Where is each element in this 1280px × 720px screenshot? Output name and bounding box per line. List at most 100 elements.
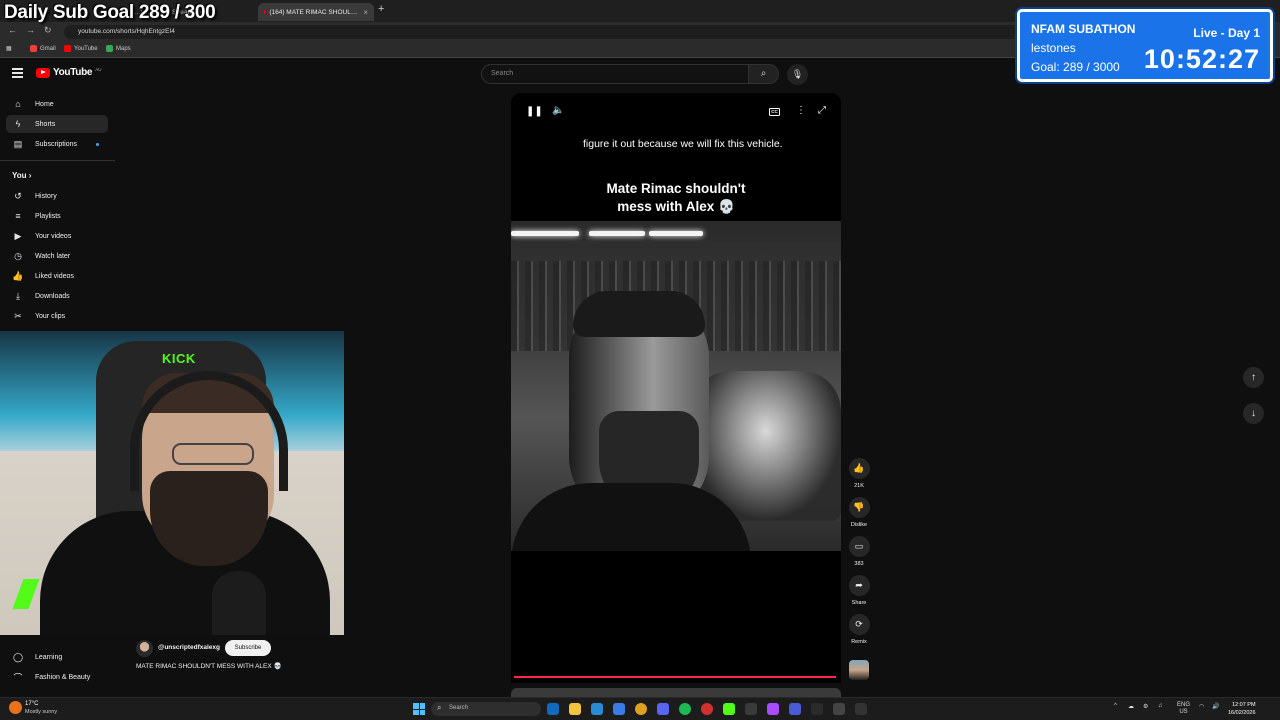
history-icon: ↺ — [14, 190, 22, 201]
bookmark-youtube[interactable]: YouTube — [64, 45, 98, 52]
tray-chevron-icon[interactable]: ^ — [1114, 703, 1117, 709]
obs-icon[interactable] — [767, 703, 779, 715]
sidebar-item-your-videos[interactable]: ▶ Your videos — [6, 227, 108, 245]
shorts-icon: ϟ — [15, 119, 21, 129]
reload-icon[interactable]: ↻ — [44, 25, 52, 36]
search-button[interactable]: ⌕ — [749, 64, 779, 84]
share-label: Share — [851, 600, 867, 606]
wifi-icon[interactable]: ◠ — [1199, 703, 1204, 710]
chevron-right-icon: › — [28, 171, 32, 180]
language-region: US — [1179, 709, 1188, 715]
apps-grid-icon[interactable]: ▦ — [6, 45, 12, 52]
hamburger-menu-icon[interactable] — [12, 68, 23, 78]
sidebar-item-label: Downloads — [35, 292, 70, 300]
app-icon[interactable] — [701, 703, 713, 715]
microphone — [212, 571, 266, 635]
sidebar-item-downloads[interactable]: ⤓ Downloads — [6, 287, 108, 305]
file-explorer-icon[interactable] — [569, 703, 581, 715]
captions-button[interactable]: CC — [769, 108, 780, 116]
sidebar-item-liked-videos[interactable]: 👍 Liked videos — [6, 267, 108, 285]
arrow-down-icon: ↓ — [1251, 408, 1256, 419]
sound-thumbnail[interactable] — [849, 660, 869, 680]
person-hair — [573, 291, 705, 337]
tray-app-icon[interactable]: ☁ — [1128, 703, 1134, 710]
steam-icon[interactable] — [745, 703, 757, 715]
subathon-title: NFAM SUBATHON — [1031, 22, 1136, 36]
youtube-logo[interactable]: YouTube AU — [36, 67, 101, 78]
ceiling-light — [649, 231, 703, 236]
system-clock[interactable]: 12:07 PM 16/02/2026 — [1228, 701, 1256, 717]
you-label: You — [12, 171, 27, 180]
store-icon[interactable] — [591, 703, 603, 715]
sidebar-item-shorts[interactable]: ϟ Shorts — [6, 115, 108, 133]
next-short-button[interactable]: ↓ — [1243, 403, 1264, 424]
sidebar-item-fashion[interactable]: ⌒ Fashion & Beauty — [6, 668, 108, 686]
voice-search-button[interactable]: 🎙 — [787, 64, 808, 85]
watch-later-icon: ◷ — [14, 250, 22, 261]
chrome-icon[interactable] — [635, 703, 647, 715]
app-icon[interactable] — [855, 703, 867, 715]
windows-start-icon[interactable] — [413, 703, 425, 715]
sidebar-item-playlists[interactable]: ≡ Playlists — [6, 207, 108, 225]
ceiling-light — [511, 231, 579, 236]
sidebar-item-home[interactable]: ⌂ Home — [6, 95, 108, 113]
kick-icon[interactable] — [723, 703, 735, 715]
microphone-icon: 🎙 — [791, 69, 804, 79]
sidebar-item-your-clips[interactable]: ✂ Your clips — [6, 307, 108, 325]
like-button[interactable]: 👍 21K — [848, 458, 870, 489]
volume-icon[interactable]: 🔈 — [552, 105, 564, 116]
remix-button[interactable]: ⟳ Remix — [848, 614, 870, 645]
new-tab-icon[interactable]: + — [378, 3, 384, 15]
video-title-caption: Mate Rimac shouldn't mess with Alex 💀 — [511, 180, 841, 216]
recent-sub-name: lestones — [1031, 41, 1076, 55]
previous-short-button[interactable]: ↑ — [1243, 367, 1264, 388]
tray-app-icon[interactable]: ⚙ — [1143, 703, 1148, 710]
bookmark-gmail[interactable]: Gmail — [30, 45, 56, 52]
more-options-icon[interactable]: ⋮ — [796, 105, 806, 116]
browser-tab-active[interactable]: (164) MATE RIMAC SHOUL… × — [258, 3, 374, 21]
comments-button[interactable]: ▭ 383 — [848, 536, 870, 567]
sidebar-item-watch-later[interactable]: ◷ Watch later — [6, 247, 108, 265]
volume-icon[interactable]: 🔊 — [1212, 703, 1219, 710]
app-icon[interactable] — [833, 703, 845, 715]
shorts-player[interactable]: ❚❚ 🔈 CC ⋮ ⤢ figure it out because we wil… — [511, 93, 841, 683]
sidebar-item-learning[interactable]: ◯ Learning — [6, 648, 108, 666]
sidebar-item-history[interactable]: ↺ History — [6, 187, 108, 205]
sidebar-item-label: Your videos — [35, 232, 72, 240]
video-progress-bar[interactable] — [514, 676, 836, 678]
share-icon: ➦ — [855, 580, 863, 590]
language-indicator[interactable]: ENG US — [1177, 702, 1190, 716]
share-button[interactable]: ➦ Share — [848, 575, 870, 606]
subscriptions-icon: ▤ — [13, 138, 23, 149]
app-icon[interactable] — [811, 703, 823, 715]
sidebar-item-subscriptions[interactable]: ▤ Subscriptions — [6, 135, 108, 153]
pause-icon[interactable]: ❚❚ — [526, 106, 543, 117]
fullscreen-icon[interactable]: ⤢ — [818, 105, 826, 116]
bookmark-maps[interactable]: Maps — [106, 45, 131, 52]
search-input[interactable]: Search — [481, 64, 749, 84]
channel-name[interactable]: @unscriptedfxalexg — [158, 644, 220, 651]
close-tab-icon[interactable]: × — [363, 8, 368, 17]
you-section-heading[interactable]: You › — [12, 171, 31, 180]
edge-icon[interactable] — [547, 703, 559, 715]
subathon-widget: NFAM SUBATHON Live - Day 1 lestones Goal… — [1017, 9, 1273, 82]
subscribe-button[interactable]: Subscribe — [225, 640, 271, 656]
forward-icon[interactable]: → — [26, 25, 35, 35]
live-day-label: Live - Day 1 — [1193, 26, 1260, 40]
back-icon[interactable]: ← — [8, 25, 17, 35]
channel-avatar[interactable] — [136, 640, 153, 657]
discord-icon[interactable] — [657, 703, 669, 715]
scissors-icon: ✂ — [14, 310, 22, 321]
taskbar-search[interactable]: Search — [431, 702, 541, 716]
bookmark-label: YouTube — [74, 45, 98, 52]
mail-icon[interactable] — [613, 703, 625, 715]
tray-app-icon[interactable]: ♫ — [1158, 703, 1163, 709]
weather-sun-icon[interactable] — [9, 701, 22, 714]
dislike-button[interactable]: 👎 Dislike — [848, 497, 870, 528]
video-title: MATE RIMAC SHOULDN'T MESS WITH ALEX 💀 — [136, 663, 282, 670]
app-icon[interactable] — [789, 703, 801, 715]
windows-taskbar: 17°C Mostly sunny Search ^ ☁ ⚙ ♫ ENG US … — [0, 697, 1280, 720]
screen: …ts…S…nd Stream × (164) MATE RIMAC SHOUL… — [0, 0, 1280, 720]
spotify-icon[interactable] — [679, 703, 691, 715]
dislike-icon: 👎 — [853, 502, 865, 512]
